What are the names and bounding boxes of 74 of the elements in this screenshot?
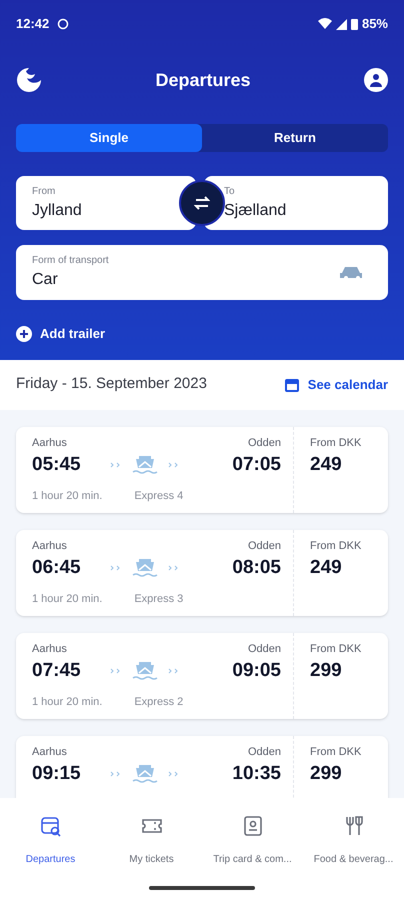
- arrival-time: 08:05: [232, 556, 281, 580]
- chevrons-icon: [110, 771, 122, 778]
- nav-tab[interactable]: My tickets: [101, 814, 202, 867]
- car-icon: [340, 264, 364, 280]
- arrival-time: 09:05: [232, 659, 281, 683]
- vessel-name: Express 3: [134, 592, 184, 606]
- nav-tab[interactable]: Food & beverag...: [303, 814, 404, 867]
- field-label: From: [32, 184, 56, 198]
- nav-tab[interactable]: Trip card & com...: [202, 814, 303, 867]
- field-value: Jylland: [32, 200, 83, 220]
- chevrons-icon: [168, 565, 180, 572]
- field-label: Form of transport: [32, 254, 110, 268]
- add-trailer-button[interactable]: Add trailer: [16, 324, 106, 344]
- price: 299: [310, 659, 343, 683]
- calendar-icon: [284, 376, 300, 392]
- chevrons-icon: [168, 668, 180, 674]
- price: 249: [310, 556, 343, 580]
- trip-type-tab[interactable]: Return: [202, 124, 388, 152]
- departure-card[interactable]: Aarhus Odden 05:45 07:05 1 hour 20 min. Express 4 From DKK 249: [16, 426, 388, 512]
- price: 299: [310, 762, 343, 786]
- battery-level: 85%: [362, 15, 388, 34]
- destination-port: Odden: [248, 436, 281, 450]
- origin-port: Aarhus: [32, 538, 67, 554]
- duration: 1 hour 20 min.: [32, 592, 102, 606]
- chevrons-icon: [168, 771, 180, 778]
- price: 249: [310, 453, 343, 477]
- duration: 1 hour 20 min.: [32, 694, 102, 710]
- origin-port: Aarhus: [32, 642, 67, 656]
- transport-field[interactable]: Form of transport Car: [16, 245, 388, 300]
- trip-type-tab[interactable]: Single: [16, 124, 202, 152]
- location-field[interactable]: From Jylland: [16, 176, 196, 230]
- profile-button[interactable]: [364, 68, 388, 92]
- field-value: Car: [32, 270, 59, 290]
- field-value: Sjælland: [224, 200, 288, 220]
- see-calendar-link[interactable]: See calendar: [284, 374, 388, 394]
- plus-icon: [16, 326, 32, 342]
- arrival-time: 07:05: [232, 453, 281, 477]
- calendar-search-icon: [38, 814, 62, 838]
- chevrons-icon: [110, 462, 122, 468]
- signal-icon: [336, 18, 347, 30]
- wifi-icon: [318, 18, 332, 30]
- departure-card[interactable]: Aarhus Odden 07:45 09:05 1 hour 20 min. Express 2 From DKK 299: [16, 632, 388, 718]
- departure-time: 07:45: [32, 659, 81, 683]
- field-label: To: [224, 184, 236, 198]
- departure-time: 09:15: [32, 762, 81, 786]
- price-label: From DKK: [310, 436, 362, 450]
- chevrons-icon: [110, 668, 122, 674]
- nav-tab[interactable]: Departures: [0, 814, 101, 867]
- logo-icon: [16, 67, 42, 93]
- origin-port: Aarhus: [32, 436, 67, 450]
- page-title: Departures: [154, 68, 252, 92]
- location-field[interactable]: To Sjælland: [204, 176, 388, 230]
- departure-time: 05:45: [32, 453, 81, 477]
- chevrons-icon: [168, 462, 180, 468]
- destination-port: Odden: [248, 744, 281, 760]
- price-label: From DKK: [310, 642, 362, 656]
- arrival-time: 10:35: [232, 762, 281, 786]
- vessel-name: Express 2: [134, 694, 184, 710]
- departure-time: 06:45: [32, 556, 81, 580]
- swap-icon: [194, 196, 210, 210]
- price-label: From DKK: [310, 538, 362, 554]
- duration: 1 hour 20 min.: [32, 488, 102, 504]
- vessel-name: Express 4: [134, 488, 184, 504]
- user-icon: [369, 72, 383, 88]
- battery-icon: [350, 18, 358, 30]
- departure-card[interactable]: Aarhus Odden 06:45 08:05 1 hour 20 min. Express 3 From DKK 249: [16, 530, 388, 616]
- chevrons-icon: [110, 565, 122, 572]
- price-label: From DKK: [310, 744, 362, 760]
- date-label: Friday - 15. September 2023: [16, 374, 207, 394]
- origin-port: Aarhus: [32, 744, 67, 760]
- destination-port: Odden: [248, 538, 281, 554]
- clock: 12:42: [16, 15, 50, 34]
- destination-port: Odden: [248, 642, 281, 656]
- departure-card[interactable]: Aarhus Odden 09:15 10:35 From DKK 299: [16, 736, 388, 798]
